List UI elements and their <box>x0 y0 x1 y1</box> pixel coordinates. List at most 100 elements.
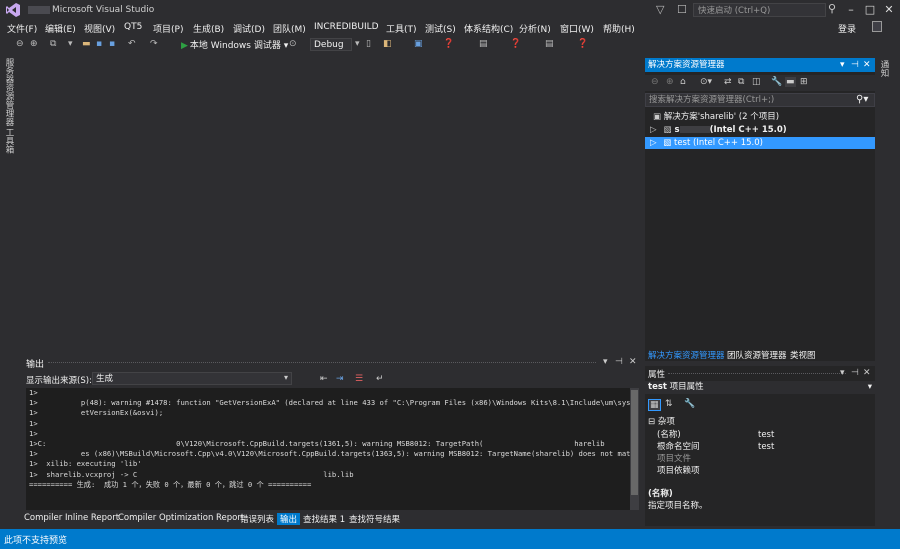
class-diagram-icon[interactable]: ⊞ <box>800 77 808 87</box>
prop-dropdown-icon[interactable]: ▾ <box>840 368 845 378</box>
save-icon[interactable]: ▪ <box>96 39 102 49</box>
start-debugging-button[interactable]: ▶ 本地 Windows 调试器 ▾ <box>181 38 288 51</box>
property-row[interactable]: 项目依赖项 <box>645 465 875 477</box>
build-icon[interactable]: ▣ <box>414 39 423 49</box>
property-pages-icon[interactable]: 🔧 <box>684 399 695 409</box>
tab-find-results-1[interactable]: 查找结果 1 <box>303 513 345 525</box>
menu-analyze[interactable]: 分析(N) <box>519 22 551 35</box>
preview-icon[interactable]: ▬ <box>785 77 796 87</box>
properties-wrench-icon[interactable]: 🔧 <box>771 77 782 87</box>
clear-all-icon[interactable]: ☰ <box>355 374 363 384</box>
redo-icon[interactable]: ↷ <box>150 39 158 49</box>
menu-test[interactable]: 测试(S) <box>425 22 456 35</box>
goto-next-icon[interactable]: ⇥ <box>336 374 344 384</box>
properties-object-select[interactable]: test 项目属性 ▾ <box>645 381 875 394</box>
help-3-icon[interactable]: ❓ <box>577 39 588 49</box>
tab-compiler-inline-report[interactable]: Compiler Inline Report <box>24 513 119 523</box>
word-wrap-icon[interactable]: ↵ <box>376 374 384 384</box>
collapse-icon[interactable]: ⊟ <box>648 417 655 427</box>
goto-previous-icon[interactable]: ⇤ <box>320 374 328 384</box>
categorized-icon[interactable]: ▦ <box>648 399 661 411</box>
menu-architecture[interactable]: 体系结构(C) <box>464 22 513 35</box>
tab-error-list[interactable]: 错误列表 <box>240 513 274 525</box>
menu-window[interactable]: 窗口(W) <box>560 22 594 35</box>
help-icon[interactable]: ❓ <box>443 39 454 49</box>
tree-item-test-project[interactable]: ▷ ▧ test (Intel C++ 15.0) <box>645 137 875 149</box>
se-forward-icon[interactable]: ⊕ <box>666 77 674 87</box>
config-caret-icon[interactable]: ▾ <box>355 39 360 49</box>
layout-2-icon[interactable]: ▤ <box>545 39 554 49</box>
account-icon[interactable] <box>872 21 882 32</box>
menu-incredibuild[interactable]: INCREDIBUILD <box>314 22 379 32</box>
menu-build[interactable]: 生成(B) <box>193 22 224 35</box>
refresh-icon[interactable]: ⇄ <box>724 77 732 87</box>
alphabetical-icon[interactable]: ⇅ <box>665 399 673 409</box>
collapse-all-icon[interactable]: ⧉ <box>738 77 744 87</box>
search-icon[interactable]: ⚲ <box>828 2 836 15</box>
quick-launch-input[interactable]: 快速启动 (Ctrl+Q) <box>693 3 826 17</box>
minimize-button[interactable]: – <box>842 2 860 18</box>
header-grip[interactable] <box>48 362 596 363</box>
chevron-down-icon[interactable]: ▾ <box>284 373 288 382</box>
pin-icon[interactable]: ⊣ <box>615 357 623 367</box>
prop-pin-icon[interactable]: ⊣ <box>851 368 859 378</box>
expand-arrow-icon[interactable]: ▷ <box>650 125 657 135</box>
show-all-files-icon[interactable]: ◫ <box>752 77 761 87</box>
property-row[interactable]: (名称) test <box>645 429 875 441</box>
menu-help[interactable]: 帮助(H) <box>603 22 635 35</box>
filter-icon[interactable]: ▽ <box>656 3 664 16</box>
output-text-area[interactable]: 1> 1> p(48): warning #1478: function "Ge… <box>26 388 630 510</box>
menu-project[interactable]: 项目(P) <box>153 22 183 35</box>
output-scrollbar-thumb[interactable] <box>631 390 638 495</box>
add-item-icon[interactable]: ▾ <box>68 39 73 49</box>
menu-view[interactable]: 视图(V) <box>84 22 115 35</box>
menu-debug[interactable]: 调试(D) <box>233 22 265 35</box>
attach-icon[interactable]: ⊙ <box>289 39 297 49</box>
help-2-icon[interactable]: ❓ <box>510 39 521 49</box>
se-pin-icon[interactable]: ⊣ <box>851 60 859 70</box>
menu-tools[interactable]: 工具(T) <box>386 22 417 35</box>
property-row[interactable]: 项目文件 <box>645 453 875 465</box>
tab-find-symbol-results[interactable]: 查找符号结果 <box>349 513 400 525</box>
feedback-icon[interactable]: ☐ <box>677 3 687 16</box>
tab-toolbox[interactable]: 工具箱 <box>4 128 15 154</box>
close-panel-icon[interactable]: ✕ <box>629 357 637 367</box>
find-icon[interactable]: ▯ <box>366 39 371 49</box>
panel-dropdown-icon[interactable]: ▾ <box>603 357 608 367</box>
solution-configuration-select[interactable]: Debug <box>310 38 352 51</box>
tab-server-explorer[interactable]: 服务器资源管理器 <box>4 58 15 126</box>
output-source-select[interactable]: 生成 <box>92 372 292 385</box>
menu-edit[interactable]: 编辑(E) <box>45 22 76 35</box>
menu-qt5[interactable]: QT5 <box>124 22 142 32</box>
solution-search-input[interactable]: 搜索解决方案资源管理器(Ctrl+;) <box>645 93 875 107</box>
property-row[interactable]: 根命名空间 test <box>645 441 875 453</box>
open-file-icon[interactable]: ▬ <box>82 39 91 49</box>
tab-output[interactable]: 输出 <box>277 513 301 525</box>
new-project-icon[interactable]: ⧉ <box>50 39 56 49</box>
menu-team[interactable]: 团队(M) <box>273 22 306 35</box>
menu-file[interactable]: 文件(F) <box>7 22 37 35</box>
undo-icon[interactable]: ↶ <box>128 39 136 49</box>
search-icon[interactable]: ⚲▾ <box>856 94 868 105</box>
window-layout-icon[interactable]: ▤ <box>479 39 488 49</box>
property-category[interactable]: ⊟ 杂项 <box>645 416 875 428</box>
sync-icon[interactable]: ⊙▾ <box>700 77 712 87</box>
prop-close-icon[interactable]: ✕ <box>863 368 871 378</box>
tab-team-explorer[interactable]: 团队资源管理器 <box>727 349 787 361</box>
tab-notifications[interactable]: 通知 <box>879 60 890 77</box>
maximize-button[interactable]: □ <box>861 2 879 18</box>
tab-class-view[interactable]: 类视图 <box>790 349 816 361</box>
se-back-icon[interactable]: ⊖ <box>651 77 659 87</box>
header-grip[interactable] <box>668 373 846 374</box>
se-close-icon[interactable]: ✕ <box>863 60 871 70</box>
expand-arrow-icon[interactable]: ▷ <box>650 138 657 148</box>
close-button[interactable]: ✕ <box>880 2 898 18</box>
sign-in-link[interactable]: 登录 <box>838 22 856 35</box>
bookmark-icon[interactable]: ◧ <box>383 39 392 49</box>
se-dropdown-icon[interactable]: ▾ <box>840 60 845 70</box>
save-all-icon[interactable]: ▪ <box>109 39 115 49</box>
tree-item-sharelib-project[interactable]: ▷ ▧ s (Intel C++ 15.0) <box>645 124 875 136</box>
tab-compiler-optimization-report[interactable]: Compiler Optimization Report <box>118 513 244 523</box>
tree-item-solution[interactable]: ▣ 解决方案'sharelib' (2 个项目) <box>645 111 875 123</box>
forward-icon[interactable]: ⊕ <box>30 39 38 49</box>
